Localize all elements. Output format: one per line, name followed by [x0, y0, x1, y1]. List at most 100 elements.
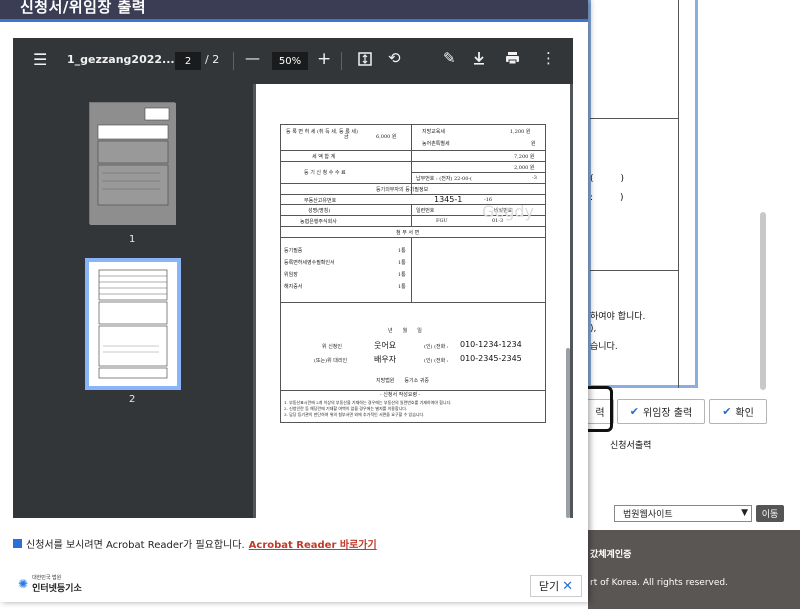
doc-serial-value: FGU	[436, 218, 448, 224]
doc-payment-no: 납부번호 : (전자) 22-00-(	[416, 176, 473, 182]
bg-text-1: 하여야 합니다.	[590, 312, 646, 322]
bg-divider	[678, 0, 679, 388]
table-row-line	[280, 183, 546, 184]
thumbnail-sidebar: 1 2	[13, 84, 253, 518]
doc-name-value: 농협은행주식회사	[300, 219, 337, 225]
doc-watermark: Gegdy	[482, 202, 535, 221]
pdf-page-2: 등 록 면 허 세 (취 득 세, 등 록 세) 금 6,000 원 지방교육세…	[256, 84, 570, 518]
doc-serial-label: 일련번호	[416, 208, 435, 214]
page-number-input[interactable]: 2	[175, 52, 201, 70]
close-icon: ✕	[562, 578, 574, 594]
logo-line-1: 대한민국 법원	[32, 575, 62, 581]
doc-rural-tax-amount: 원	[531, 141, 536, 147]
table-row-line	[280, 237, 546, 238]
doc-local-edu-tax-label: 지방교육세	[422, 129, 446, 135]
rotate-icon[interactable]: ⟲	[388, 51, 401, 66]
confirm-label: 확인	[735, 408, 754, 419]
bg-paren-1: ( )	[590, 174, 625, 184]
table-border	[545, 124, 546, 422]
go-label: 이동	[761, 510, 779, 520]
table-row-line	[280, 194, 546, 195]
table-border	[280, 422, 546, 423]
doc-payment-suffix: -3	[532, 175, 537, 181]
doc-attachment-name: 위임장	[284, 272, 298, 278]
doc-total-amount: 7,200 원	[514, 154, 535, 160]
site-logo: ✺ 대한민국 법원 인터넷등기소	[18, 574, 82, 594]
table-row-line	[411, 172, 546, 173]
bg-paren-2: : )	[590, 193, 624, 203]
check-icon: ✔	[722, 405, 732, 418]
close-button[interactable]: 닫기 ✕	[530, 575, 582, 597]
download-icon[interactable]	[473, 51, 485, 68]
acrobat-reader-link[interactable]: Acrobat Reader 바로가기	[249, 536, 377, 551]
bg-scrollbar[interactable]	[760, 212, 766, 390]
doc-agent-phone: 010-2345-2345	[460, 354, 522, 363]
doc-agent-label: (또는)위 대리인	[314, 358, 348, 364]
print-power-of-attorney-button[interactable]: ✔ 위임장 출력	[617, 399, 705, 424]
total-pages: 2	[212, 53, 220, 66]
print-icon[interactable]	[505, 51, 520, 68]
doc-reg-fee-amount: 2,000 원	[514, 165, 535, 171]
table-row-line	[280, 226, 546, 227]
print-modal: 신청서/위임장 출력 ☰ 1_gezzang2022... 2 / 2 — 50…	[0, 0, 588, 602]
more-options-icon[interactable]: ⋮	[541, 51, 556, 66]
doc-obligation-info: 등기의무자의 등기필정보	[376, 187, 429, 193]
bg-text-2: ),	[590, 324, 597, 334]
doc-fee-amount: 6,000 원	[376, 134, 397, 140]
doc-total-label: 세 액 합 계	[312, 154, 336, 160]
pdf-scrollbar[interactable]	[566, 348, 570, 518]
close-label: 닫기	[538, 580, 560, 593]
chevron-down-icon: ▼	[741, 508, 748, 518]
bg-divider	[590, 270, 678, 271]
zoom-out-icon[interactable]: —	[245, 51, 260, 66]
bg-text-3: 습니다.	[590, 342, 618, 352]
doc-applicant-phone: 010-1234-1234	[460, 340, 522, 349]
confirm-button[interactable]: ✔ 확인	[709, 399, 767, 424]
doc-attachment-name: 등록면허세영수필확인서	[284, 260, 335, 266]
menu-icon[interactable]: ☰	[33, 52, 47, 68]
doc-agent-phone-label: (인) (전화 :	[424, 358, 449, 364]
modal-title: 신청서/위임장 출력	[20, 0, 147, 16]
info-square-icon	[13, 539, 22, 548]
doc-attachments-title: 첨 부 서 면	[396, 230, 420, 236]
pdf-viewer: ☰ 1_gezzang2022... 2 / 2 — 50% + ⟲ ✎ ⋮ 1…	[13, 38, 573, 518]
table-row-line	[280, 161, 546, 162]
modal-header: 신청서/위임장 출력	[0, 0, 588, 22]
doc-property-no-label: 부동산고유번호	[304, 198, 337, 204]
bg-divider	[590, 118, 678, 119]
doc-attachment-name: 등기필증	[284, 248, 303, 254]
table-col-line	[411, 204, 412, 227]
zoom-in-icon[interactable]: +	[317, 51, 331, 68]
annotate-pen-icon[interactable]: ✎	[443, 51, 456, 66]
pdf-document-area: 등 록 면 허 세 (취 득 세, 등 록 세) 금 6,000 원 지방교육세…	[253, 84, 573, 518]
toolbar-divider	[341, 52, 342, 70]
doc-applicant-name: 웃어요	[374, 341, 397, 350]
court-logo-icon: ✺	[18, 577, 29, 591]
table-row-line	[280, 302, 546, 303]
thumbnail-page-1[interactable]	[89, 102, 176, 225]
page-count: / 2	[205, 53, 219, 66]
table-col-line	[411, 124, 412, 194]
court-site-select[interactable]: 법원웹사이트 ▼	[614, 505, 752, 522]
doc-rural-tax-label: 농어촌특별세	[422, 141, 450, 147]
pdf-file-name: 1_gezzang2022...	[67, 53, 175, 66]
table-border	[280, 124, 546, 125]
power-of-attorney-label: 위임장 출력	[643, 408, 693, 419]
go-button[interactable]: 이동	[756, 505, 784, 522]
doc-attachment-count: 1통	[398, 284, 406, 290]
toolbar-divider	[233, 52, 234, 70]
fit-page-icon[interactable]	[358, 52, 372, 69]
acrobat-notice: 신청서를 보시려면 Acrobat Reader가 필요합니다. Acrobat…	[13, 536, 377, 551]
doc-agent-name: 배우자	[374, 355, 397, 364]
footer-cert-text: 갔체계인증	[590, 550, 632, 560]
thumbnail-page-2[interactable]	[85, 258, 181, 390]
zoom-level: 50%	[278, 55, 302, 67]
doc-local-edu-tax-amount: 1,200 원	[510, 129, 531, 135]
table-row-line	[280, 150, 546, 151]
footer-copyright: rt of Korea. All rights reserved.	[590, 578, 728, 588]
check-icon: ✔	[629, 405, 640, 418]
doc-attachment-name: 해지증서	[284, 284, 303, 290]
thumbnail-label-2: 2	[129, 394, 136, 405]
court-site-select-value: 법원웹사이트	[623, 510, 673, 520]
zoom-input[interactable]: 50%	[272, 52, 308, 70]
